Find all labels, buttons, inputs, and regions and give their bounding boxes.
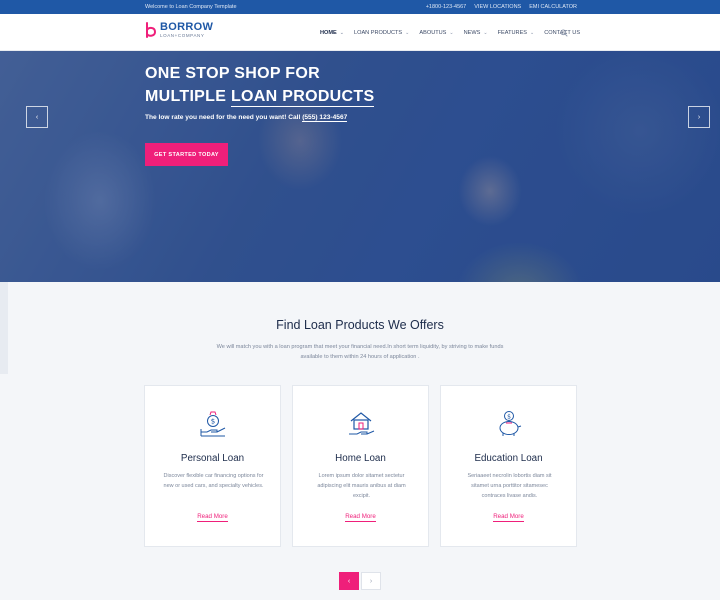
brand-logo-icon [146,22,157,38]
chevron-left-icon: ‹ [347,577,351,585]
chevron-right-icon: › [697,113,701,121]
brand-tagline: LOAN+COMPANY [160,33,205,39]
loan-card-education: $ Education Loan Seriaaeet necrolin lobo… [440,385,577,547]
chevron-down-icon: ⌄ [530,30,535,36]
card-title: Personal Loan [180,453,245,464]
money-bag-hand-icon: $ [200,411,226,437]
chevron-down-icon: ⌄ [339,30,344,36]
nav-news[interactable]: NEWS ⌄ [464,30,488,36]
carousel-next-button[interactable]: › [361,572,381,590]
brand-logo[interactable]: BORROW LOAN+COMPANY [145,22,213,39]
hero-next-arrow[interactable]: › [688,106,710,128]
view-locations-link[interactable]: VIEW LOCATIONS [474,4,521,10]
loan-card-personal: $ Personal Loan Discover flexible car fi… [144,385,281,547]
carousel-prev-button[interactable]: ‹ [339,572,359,590]
search-icon[interactable] [560,29,568,37]
main-navbar: BORROW LOAN+COMPANY HOME ⌄ LOAN PRODUCTS ⌄… [0,14,720,51]
read-more-link[interactable]: Read More [345,513,376,522]
top-bar-links: +1800-123-4567 VIEW LOCATIONS EMI CALCUL… [426,4,577,10]
hero-title-prefix: MULTIPLE [145,88,227,105]
nav-home[interactable]: HOME ⌄ [320,30,344,36]
card-title: Education Loan [474,453,543,464]
card-text: Seriaaeet necrolin lobortis diam sit sit… [467,473,552,499]
hero-title: ONE STOP SHOP FOR MULTIPLE LOAN PRODUCTS [145,62,375,108]
top-bar: Welcome to Loan Company Template +1800-1… [0,0,720,14]
brand-name: BORROW [160,21,214,34]
section-description: We will match you with a loan program th… [216,344,504,360]
section-title: Find Loan Products We Offers [276,318,444,332]
hero-title-highlight: LOAN PRODUCTS [230,88,375,107]
nav-home-label: HOME [320,30,337,36]
chevron-down-icon: ⌄ [483,30,488,36]
svg-text:$: $ [507,413,511,420]
read-more-link[interactable]: Read More [197,513,228,522]
welcome-text: Welcome to Loan Company Template [145,4,237,10]
svg-text:$: $ [211,418,215,426]
hero-subtitle-text: The low rate you need for the need you w… [145,114,301,121]
hero-content: ONE STOP SHOP FOR MULTIPLE LOAN PRODUCTS… [145,62,375,122]
house-hand-icon [349,412,375,435]
chevron-down-icon: ⌄ [405,30,410,36]
hero-subtitle: The low rate you need for the need you w… [145,114,374,122]
emi-calculator-link[interactable]: EMI CALCULATOR [529,4,577,10]
read-more-link[interactable]: Read More [493,513,524,522]
hero-title-line1: ONE STOP SHOP FOR [145,65,320,82]
hero-phone-link[interactable]: (555) 123-4567 [302,114,348,122]
nav-loan-products[interactable]: LOAN PRODUCTS ⌄ [354,30,409,36]
card-text: Discover flexible car financing options … [163,473,264,489]
card-text: Lorem ipsum dolor sitamet sectetur adipi… [317,473,406,499]
nav-features-label: FEATURES [497,30,528,36]
top-phone-link[interactable]: +1800-123-4567 [426,4,467,10]
piggy-bank-icon: $ [499,411,522,436]
chevron-right-icon: › [369,577,373,585]
nav-about-us[interactable]: ABOUTUS ⌄ [419,30,453,36]
nav-loan-products-label: LOAN PRODUCTS [353,30,403,36]
nav-features[interactable]: FEATURES ⌄ [498,30,535,36]
card-title: Home Loan [335,453,386,464]
hero-prev-arrow[interactable]: ‹ [26,106,48,128]
chevron-down-icon: ⌄ [449,30,454,36]
primary-nav: HOME ⌄ LOAN PRODUCTS ⌄ ABOUTUS ⌄ NEWS ⌄ FEAT… [320,30,590,36]
nav-about-us-label: ABOUTUS [419,30,447,36]
hero-title-line2: MULTIPLE LOAN PRODUCTS [145,85,375,108]
chevron-left-icon: ‹ [35,113,39,121]
loan-card-home: Home Loan Lorem ipsum dolor sitamet sect… [292,385,429,547]
nav-news-label: NEWS [463,30,481,36]
get-started-button[interactable]: GET STARTED TODAY [145,143,228,166]
